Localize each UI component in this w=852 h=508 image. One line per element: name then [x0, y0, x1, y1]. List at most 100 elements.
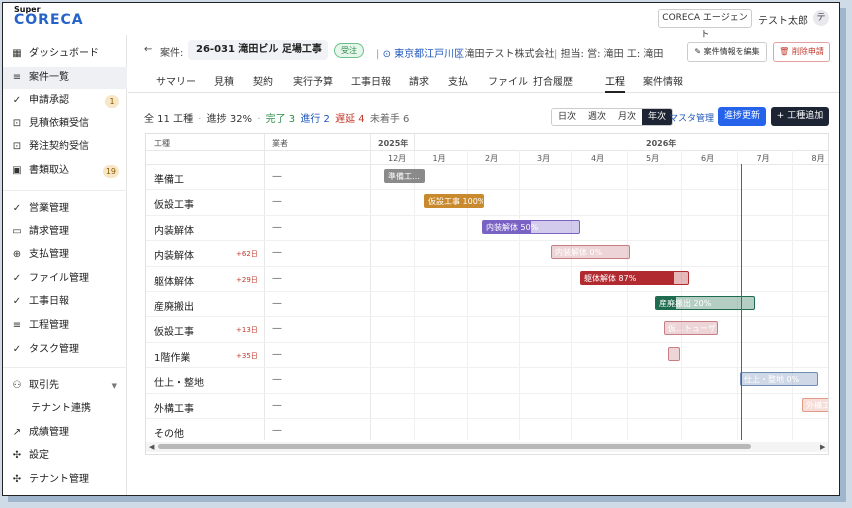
tab-1[interactable]: 見積 [214, 73, 234, 93]
horizontal-scrollbar[interactable]: ◀ ▶ [146, 442, 828, 452]
row-divider [146, 214, 828, 216]
top-bar: Super CORECA CORECA エージェント テスト太郎 テ [3, 3, 839, 40]
sidebar-item-label: テナント連携 [31, 403, 91, 414]
task-name[interactable]: 内装解体 [154, 222, 194, 237]
master-link[interactable]: マスタ管理 [669, 111, 714, 124]
task-name[interactable]: 外構工事 [154, 400, 194, 415]
sidebar-item-17[interactable]: ✣ テナント管理 [3, 469, 127, 491]
location-link[interactable]: | ⊙ 東京都江戸川区 [376, 45, 464, 60]
tab-4[interactable]: 工事日報 [351, 73, 391, 93]
sidebar-item-14[interactable]: テナント連携 [3, 398, 127, 420]
view-button-1[interactable]: 週次 [582, 109, 613, 125]
sidebar-item-12[interactable]: ✓ タスク管理 [3, 339, 127, 361]
status-badge: 受注 [334, 43, 364, 58]
client-name: | 滝田テスト株式会社 [458, 49, 555, 60]
view-button-0[interactable]: 日次 [552, 109, 583, 125]
task-name[interactable]: 1階作業 [154, 349, 190, 364]
logo[interactable]: CORECA [14, 12, 84, 28]
summary-notstarted: 未着手 6 [369, 114, 410, 125]
gantt-bar[interactable]: 躯体解体 87% [580, 270, 689, 285]
progress-update-button[interactable]: 進捗更新 [718, 107, 766, 126]
bar-label: 内装解体 0% [555, 248, 603, 258]
edit-project-button[interactable]: ✎ 案件情報を編集 [687, 42, 767, 62]
gantt-bar[interactable]: 内装解体 50% [482, 219, 580, 234]
grid-line [737, 150, 738, 440]
sidebar-item-13[interactable]: ⚇ 取引先 ▼ [3, 375, 127, 397]
gantt-chart: 工種 業者 2025年 2026年 12月 1月 2月 3月 4月 5月 6月 7月 8月 準備工 — 準… [145, 133, 829, 455]
users-icon: ⚇ [12, 380, 22, 391]
chevron-down-icon: ▼ [111, 382, 117, 390]
check-icon: ✓ [12, 95, 22, 106]
view-button-3[interactable]: 年次 [642, 109, 673, 125]
task-name[interactable]: 産廃搬出 [154, 298, 194, 313]
gantt-bar[interactable]: 仮…トューザ [664, 321, 718, 336]
sidebar-item-16[interactable]: ✣ 設定 [3, 445, 127, 467]
bar-label: 仕上・整地 0% [744, 375, 800, 385]
task-name[interactable]: 準備工 [154, 171, 184, 186]
sidebar-item-0[interactable]: ▦ ダッシュボード [3, 43, 127, 65]
sidebar-item-3[interactable]: ⊡ 見積依頼受信 [3, 113, 127, 135]
sidebar-item-2[interactable]: ✓ 申請承認 1 [3, 90, 127, 112]
gantt-bar[interactable]: 仕上・整地 0% [740, 372, 818, 387]
project-select[interactable]: 26-031 滝田ビル 足場工事 ▼ [188, 40, 328, 60]
add-task-button[interactable]: + 工種追加 [771, 107, 829, 126]
task-name[interactable]: 躯体解体 [154, 273, 194, 288]
task-name[interactable]: 仕上・整地 [154, 374, 204, 389]
tab-3[interactable]: 実行予算 [293, 73, 333, 93]
task-name[interactable]: 内装解体 [154, 247, 194, 262]
gantt-bar[interactable]: 外構工 [802, 397, 828, 412]
tab-2[interactable]: 契約 [253, 73, 273, 93]
month-label: 2月 [485, 154, 499, 163]
tab-8[interactable]: 打合履歴 [533, 73, 573, 93]
scroll-thumb[interactable] [158, 444, 751, 449]
agent-button[interactable]: CORECA エージェント [658, 9, 752, 40]
task-name[interactable]: 仮設工事 [154, 323, 194, 338]
sidebar-divider [3, 367, 127, 368]
sidebar-item-8[interactable]: ⊕ 支払管理 [3, 244, 127, 266]
vendor-name: — [272, 374, 282, 386]
sidebar-item-9[interactable]: ✓ ファイル管理 [3, 268, 127, 290]
month-label: 7月 [756, 154, 770, 163]
col-task-header: 工種 [154, 139, 170, 148]
view-button-2[interactable]: 月次 [612, 109, 643, 125]
user-name[interactable]: テスト太郎 [758, 12, 808, 27]
delete-request-button[interactable]: 🗑 削除申請 [773, 42, 830, 62]
delay-badge: +62日 [236, 250, 258, 259]
avatar[interactable]: テ [813, 10, 829, 26]
tab-5[interactable]: 請求 [409, 73, 429, 93]
sidebar-item-15[interactable]: ↗ 成績管理 [3, 422, 127, 444]
bar-label: 仮…トューザ [668, 324, 716, 334]
sidebar-item-label: タスク管理 [29, 344, 79, 355]
sidebar-item-label: 書類取込 [29, 165, 69, 176]
sidebar-item-label: 見積依頼受信 [29, 118, 89, 129]
scroll-right-icon[interactable]: ▶ [820, 442, 825, 452]
tab-6[interactable]: 支払 [448, 73, 468, 93]
sidebar-item-7[interactable]: ▭ 請求管理 [3, 221, 127, 243]
check-icon: ✓ [12, 273, 22, 284]
plus-circle-icon: ⊕ [12, 249, 22, 260]
back-arrow-icon[interactable]: ← [144, 44, 152, 55]
tab-bar: サマリー 見積 契約 実行予算 工事日報 請求 支払 ファイル 打合履歴 工程 案件情報 [128, 69, 839, 93]
gantt-bar[interactable]: 産廃搬出 20% [655, 296, 755, 310]
gantt-bar[interactable]: 仮設工事 100% [424, 194, 484, 209]
tab-7[interactable]: ファイル [488, 73, 528, 93]
sidebar-item-label: ダッシュボード [29, 48, 99, 59]
sidebar-item-4[interactable]: ⊡ 発注契約受信 [3, 136, 127, 158]
task-name[interactable]: 仮設工事 [154, 196, 194, 211]
gantt-bar[interactable] [668, 346, 680, 361]
scroll-left-icon[interactable]: ◀ [149, 442, 154, 452]
tab-10[interactable]: 案件情報 [643, 73, 683, 93]
sidebar-item-1[interactable]: ≡ 案件一覧 [3, 67, 127, 89]
gantt-bar[interactable]: 準備工… [384, 169, 425, 183]
tab-0[interactable]: サマリー [156, 73, 196, 93]
sidebar-item-10[interactable]: ✓ 工事日報 [3, 291, 127, 313]
sidebar-item-5[interactable]: ▣ 書類取込 19 [3, 160, 127, 182]
task-name[interactable]: その他 [154, 425, 184, 440]
tab-9[interactable]: 工程 [605, 73, 625, 93]
gear-icon: ✣ [12, 450, 22, 461]
sidebar-item-label: テナント管理 [29, 474, 89, 485]
sidebar-item-11[interactable]: ≡ 工程管理 [3, 315, 127, 337]
gantt-bar[interactable]: 内装解体 0% [551, 245, 630, 260]
vendor-name: — [272, 247, 282, 259]
sidebar-item-6[interactable]: ✓ 営業管理 [3, 198, 127, 220]
